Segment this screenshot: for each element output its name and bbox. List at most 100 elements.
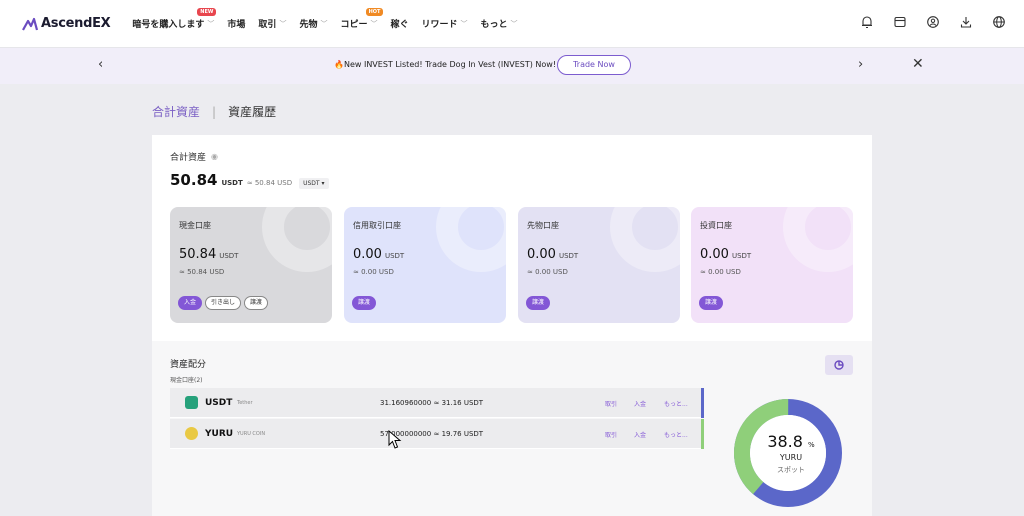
- approx-sign: ≈: [433, 430, 440, 438]
- nav-markets[interactable]: 市場: [227, 17, 245, 30]
- nav-label: 取引: [258, 20, 277, 30]
- eye-icon[interactable]: ◉: [211, 152, 218, 161]
- donut-percent-sign: %: [808, 441, 815, 449]
- nav-rewards[interactable]: リワード ﹀: [421, 17, 468, 31]
- nav-label: もっと: [480, 20, 508, 30]
- account-unit: USDT: [558, 252, 579, 260]
- donut-percent: 38.8 %: [761, 432, 821, 451]
- allocation-color-bar: [701, 388, 704, 418]
- nav-label: 先物: [299, 20, 318, 30]
- deposit-button[interactable]: 入金: [178, 296, 203, 310]
- nav-label: 暗号を購入します: [132, 20, 205, 30]
- account-value: 50.84 USDT: [179, 247, 238, 262]
- transfer-button[interactable]: 譲渡: [352, 296, 377, 310]
- account-actions: 譲渡: [352, 296, 377, 310]
- total-amount: 50.84: [170, 171, 218, 189]
- account-card-invest[interactable]: 投資口座 0.00 USDT ≈ 0.00 USD 譲渡: [691, 207, 853, 323]
- account-unit: USDT: [219, 252, 239, 260]
- total-usd: ≈ 50.84 USD: [246, 179, 293, 187]
- trade-link[interactable]: 取引: [605, 430, 617, 439]
- amount-usdt: 31.16 USDT: [441, 399, 484, 407]
- account-unit: USDT: [384, 252, 405, 260]
- close-icon[interactable]: ✕: [912, 56, 924, 72]
- bell-icon[interactable]: [860, 15, 874, 29]
- account-actions: 譲渡: [526, 296, 551, 310]
- account-actions: 譲渡: [699, 296, 724, 310]
- allocation-color-bar: [701, 419, 704, 449]
- caret-down-icon: ▾: [321, 180, 325, 187]
- pie-chart-icon: [834, 360, 844, 370]
- table-row[interactable]: USDT Tether 31.160960000 ≈ 31.16 USDT 取引…: [170, 388, 704, 418]
- account-name: 先物口座: [527, 221, 559, 230]
- transfer-button[interactable]: 譲渡: [699, 296, 724, 310]
- assets-panel: 合計資産 ◉ 50.84 USDT ≈ 50.84 USD USDT ▾ 現金口…: [152, 135, 872, 516]
- deposit-link[interactable]: 入金: [634, 430, 646, 439]
- chevron-right-icon[interactable]: ›: [858, 57, 863, 72]
- account-name: 現金口座: [179, 221, 211, 230]
- nav-trade[interactable]: 取引 ﹀: [258, 17, 286, 31]
- amount-value: 31.160960000: [380, 399, 432, 407]
- trade-now-button[interactable]: Trade Now: [557, 55, 631, 75]
- globe-icon[interactable]: [992, 15, 1006, 29]
- account-usd: ≈ 0.00 USD: [527, 268, 568, 276]
- top-icons: [860, 15, 1006, 29]
- currency-value: USDT: [303, 180, 320, 187]
- tether-icon: [185, 396, 198, 409]
- donut-symbol: YURU: [779, 453, 803, 462]
- approx-sign: ≈: [433, 399, 440, 407]
- account-amount: 50.84: [179, 247, 217, 262]
- announcement-text[interactable]: 🔥New INVEST Listed! Trade Dog In Vest (I…: [334, 60, 556, 69]
- account-card-futures[interactable]: 先物口座 0.00 USDT ≈ 0.00 USD 譲渡: [518, 207, 680, 323]
- donut-percent-value: 38.8: [767, 432, 803, 451]
- wallet-icon[interactable]: [893, 15, 907, 29]
- account-usd: ≈ 0.00 USD: [353, 268, 394, 276]
- logo-icon: [22, 17, 38, 31]
- withdraw-button[interactable]: 引き出し: [205, 296, 242, 310]
- card-decoration: [262, 207, 332, 272]
- new-badge: NEW: [197, 8, 217, 16]
- table-row[interactable]: YURU YURU COIN 57.000000000 ≈ 19.76 USDT…: [170, 419, 704, 449]
- account-value: 0.00 USDT: [353, 247, 404, 262]
- download-icon[interactable]: [959, 15, 973, 29]
- account-amount: 0.00: [700, 247, 729, 262]
- logo[interactable]: AscendEX: [22, 16, 111, 31]
- account-card-spot[interactable]: 現金口座 50.84 USDT ≈ 50.84 USD 入金 引き出し 譲渡: [170, 207, 332, 323]
- nav-label: 市場: [227, 20, 246, 30]
- nav-label: リワード: [421, 20, 458, 30]
- account-name: 投資口座: [700, 221, 732, 230]
- account-card-margin[interactable]: 信用取引口座 0.00 USDT ≈ 0.00 USD 譲渡: [344, 207, 506, 323]
- asset-name: YURU COIN: [237, 431, 266, 437]
- transfer-button[interactable]: 譲渡: [244, 296, 269, 310]
- asset-name: Tether: [237, 400, 253, 406]
- trade-link[interactable]: 取引: [605, 399, 617, 408]
- asset-symbol: YURU: [205, 429, 234, 439]
- user-icon[interactable]: [926, 15, 940, 29]
- chevron-left-icon[interactable]: ‹: [98, 57, 103, 72]
- currency-select[interactable]: USDT ▾: [299, 178, 329, 189]
- card-decoration: [783, 207, 853, 272]
- pie-chart-toggle-button[interactable]: [825, 355, 853, 375]
- more-link[interactable]: もっと...: [664, 399, 688, 408]
- deposit-link[interactable]: 入金: [634, 399, 646, 408]
- nav-earn[interactable]: 稼ぐ: [390, 17, 408, 30]
- account-amount: 0.00: [527, 247, 556, 262]
- account-actions: 入金 引き出し 譲渡: [178, 296, 269, 310]
- tab-total-assets[interactable]: 合計資産: [152, 103, 200, 120]
- account-name: 信用取引口座: [353, 221, 401, 230]
- amount-usdt: 19.76 USDT: [441, 430, 484, 438]
- chevron-down-icon: ﹀: [207, 19, 215, 28]
- nav-copy[interactable]: コピー ﹀ HOT: [340, 8, 384, 30]
- transfer-button[interactable]: 譲渡: [526, 296, 551, 310]
- nav-futures[interactable]: 先物 ﹀: [299, 17, 327, 31]
- asset-amount: 31.160960000 ≈ 31.16 USDT: [380, 399, 483, 407]
- tab-asset-history[interactable]: 資産履歴: [228, 103, 276, 120]
- more-link[interactable]: もっと...: [664, 430, 688, 439]
- total-unit: USDT: [221, 179, 243, 187]
- total-assets-label: 合計資産 ◉: [170, 150, 218, 163]
- breadcrumb: 合計資産 | 資産履歴: [152, 103, 276, 120]
- nav-more[interactable]: もっと ﹀: [480, 17, 518, 31]
- nav-buy-crypto[interactable]: 暗号を購入します ﹀ NEW: [132, 8, 217, 30]
- chevron-down-icon: ﹀: [460, 19, 468, 28]
- hot-badge: HOT: [365, 8, 384, 16]
- yuru-coin-icon: [185, 427, 198, 440]
